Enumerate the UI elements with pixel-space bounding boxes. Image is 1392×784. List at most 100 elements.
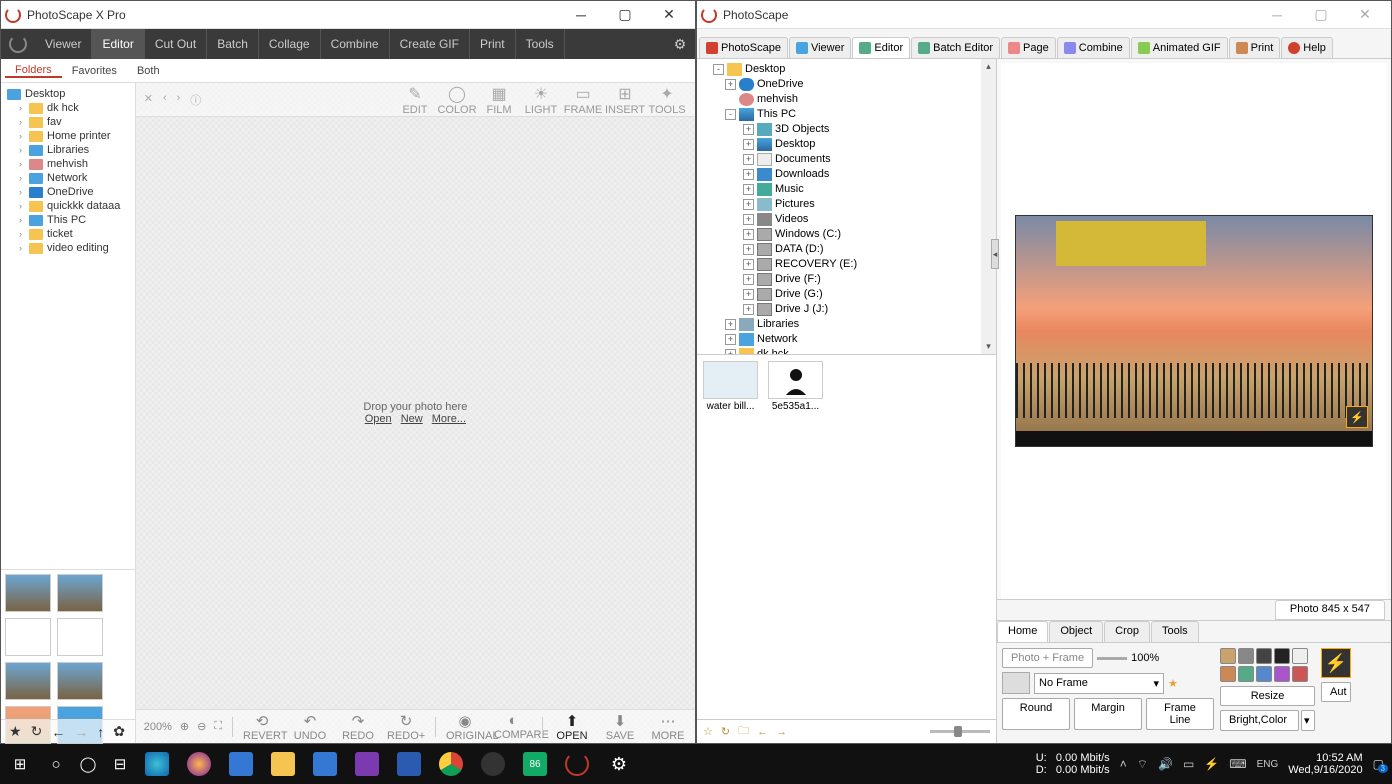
prev-icon[interactable]: ‹ [163, 92, 167, 108]
tree-item[interactable]: ›This PC [1, 213, 135, 227]
fit-icon[interactable]: ⛶ [214, 720, 222, 733]
tree-item[interactable]: ›Libraries [1, 143, 135, 157]
tree-pictures[interactable]: +Pictures [701, 197, 992, 212]
nav-print[interactable]: Print [470, 29, 516, 59]
refresh-icon[interactable]: ↻ [721, 725, 730, 738]
tree-drive-d[interactable]: +DATA (D:) [701, 242, 992, 257]
taskbar-firefox[interactable] [178, 744, 220, 784]
tree-item[interactable]: ›ticket [1, 227, 135, 241]
photo-frame-button[interactable]: Photo + Frame [1002, 648, 1093, 668]
tree-network[interactable]: +Network [701, 332, 992, 347]
thumbnail[interactable] [57, 618, 103, 656]
folder-tree[interactable]: Desktop ›dk hck ›fav ›Home printer ›Libr… [1, 83, 135, 569]
btn-redo[interactable]: ↷REDO [339, 712, 377, 742]
tab-page[interactable]: Page [1001, 37, 1056, 58]
edittab-tools[interactable]: Tools [1151, 621, 1199, 642]
taskbar-chrome[interactable] [430, 744, 472, 784]
bright-color-button[interactable]: Bright,Color [1220, 710, 1299, 731]
taskbar-explorer[interactable] [262, 744, 304, 784]
btn-compare[interactable]: ◐COMPARE [494, 712, 532, 741]
btn-redoplus[interactable]: ↻REDO+ [387, 712, 425, 742]
btn-save[interactable]: ⬇SAVE [601, 712, 639, 742]
thumbnail[interactable] [5, 662, 51, 700]
start-button[interactable]: ⊞ [0, 744, 40, 784]
taskbar-onenote[interactable] [346, 744, 388, 784]
swatch[interactable] [1292, 666, 1308, 682]
tree-3dobjects[interactable]: +3D Objects [701, 122, 992, 137]
back-icon[interactable]: ← [757, 726, 768, 738]
taskbar-edge[interactable] [136, 744, 178, 784]
subtab-favorites[interactable]: Favorites [62, 65, 127, 77]
aut-button[interactable]: Aut [1321, 682, 1351, 702]
nav-batch[interactable]: Batch [207, 29, 259, 59]
resize-button[interactable]: Resize [1220, 686, 1315, 706]
tab-gif[interactable]: Animated GIF [1131, 37, 1228, 58]
swatch[interactable] [1274, 648, 1290, 664]
tree-user[interactable]: mehvish [701, 92, 992, 107]
tree-drive-f[interactable]: +Drive (F:) [701, 272, 992, 287]
tab-combine[interactable]: Combine [1057, 37, 1130, 58]
tree-drive-c[interactable]: +Windows (C:) [701, 227, 992, 242]
tab-viewer[interactable]: Viewer [789, 37, 851, 58]
swatch[interactable] [1256, 666, 1272, 682]
swatch[interactable] [1220, 666, 1236, 682]
tree-item[interactable]: ›quickkk dataaa [1, 199, 135, 213]
btn-undo[interactable]: ↶UNDO [291, 712, 329, 742]
nav-cutout[interactable]: Cut Out [145, 29, 207, 59]
thumb-item[interactable]: water bill... [703, 361, 758, 412]
up-icon[interactable]: ↑ [97, 724, 104, 740]
tab-batch[interactable]: Batch Editor [911, 37, 1000, 58]
tab-editor[interactable]: Editor [852, 37, 910, 58]
folder-tree-right[interactable]: -Desktop +OneDrive mehvish -This PC +3D … [697, 59, 996, 354]
folder-icon[interactable]: 🗀 [738, 722, 749, 741]
star-icon[interactable]: ☆ [703, 725, 713, 738]
taskbar-settings[interactable]: ⚙ [598, 744, 640, 784]
tray-wifi-icon[interactable]: ⌔ [1137, 757, 1148, 772]
taskbar-store[interactable] [304, 744, 346, 784]
tray-battery-icon[interactable]: ▭ [1183, 757, 1194, 771]
tree-onedrive[interactable]: +OneDrive [701, 77, 992, 92]
tool-color[interactable]: ◯COLOR [437, 84, 477, 116]
minimize-button[interactable]: ─ [559, 1, 603, 29]
tree-desktop[interactable]: Desktop [1, 87, 135, 101]
preview-collapse-handle[interactable]: ◂ [991, 239, 999, 269]
nav-tools[interactable]: Tools [516, 29, 565, 59]
tree-scrollbar[interactable]: ▴▾ [981, 59, 996, 354]
maximize-button[interactable]: ▢ [1299, 1, 1343, 29]
thumbnail[interactable] [57, 662, 103, 700]
tree-drive-j[interactable]: +Drive J (J:) [701, 302, 992, 317]
tool-film[interactable]: ▦FILM [479, 84, 519, 116]
tree-item[interactable]: ›fav [1, 115, 135, 129]
preview-area[interactable]: ⚡ [1001, 63, 1387, 599]
tree-item[interactable]: ›Home printer [1, 129, 135, 143]
swatch[interactable] [1274, 666, 1290, 682]
edittab-crop[interactable]: Crop [1104, 621, 1150, 642]
nav-creategif[interactable]: Create GIF [390, 29, 470, 59]
back-icon[interactable]: ← [51, 724, 65, 740]
tray-notifications-icon[interactable]: ▢3 [1373, 757, 1384, 771]
thumb-item[interactable]: 5e535a1... [768, 361, 823, 412]
link-new[interactable]: New [401, 413, 423, 425]
swatch[interactable] [1292, 648, 1308, 664]
close-x-icon[interactable]: ✕ [144, 92, 153, 108]
tray-power-icon[interactable]: ⚡ [1204, 757, 1219, 771]
nav-viewer[interactable]: Viewer [35, 29, 92, 59]
tree-item[interactable]: ›OneDrive [1, 185, 135, 199]
bolt-effect-icon[interactable]: ⚡ [1321, 648, 1351, 678]
frameline-button[interactable]: Frame Line [1146, 698, 1214, 730]
tree-libraries[interactable]: +Libraries [701, 317, 992, 332]
toolbar-logo-icon[interactable] [9, 35, 27, 53]
cortana-icon[interactable]: ◯ [72, 755, 104, 773]
next-icon[interactable]: › [177, 92, 181, 108]
swatch[interactable] [1238, 666, 1254, 682]
info-icon[interactable]: ⓘ [190, 92, 201, 108]
link-more[interactable]: More... [432, 413, 466, 425]
star-icon[interactable]: ★ [9, 723, 22, 740]
tool-edit[interactable]: ✎EDIT [395, 84, 435, 116]
tool-tools[interactable]: ✦TOOLS [647, 84, 687, 116]
tree-music[interactable]: +Music [701, 182, 992, 197]
edittab-object[interactable]: Object [1049, 621, 1103, 642]
btn-original[interactable]: ◉ORIGINAL [446, 712, 484, 742]
btn-revert[interactable]: ⟲REVERT [243, 712, 281, 742]
minimize-button[interactable]: ─ [1255, 1, 1299, 29]
